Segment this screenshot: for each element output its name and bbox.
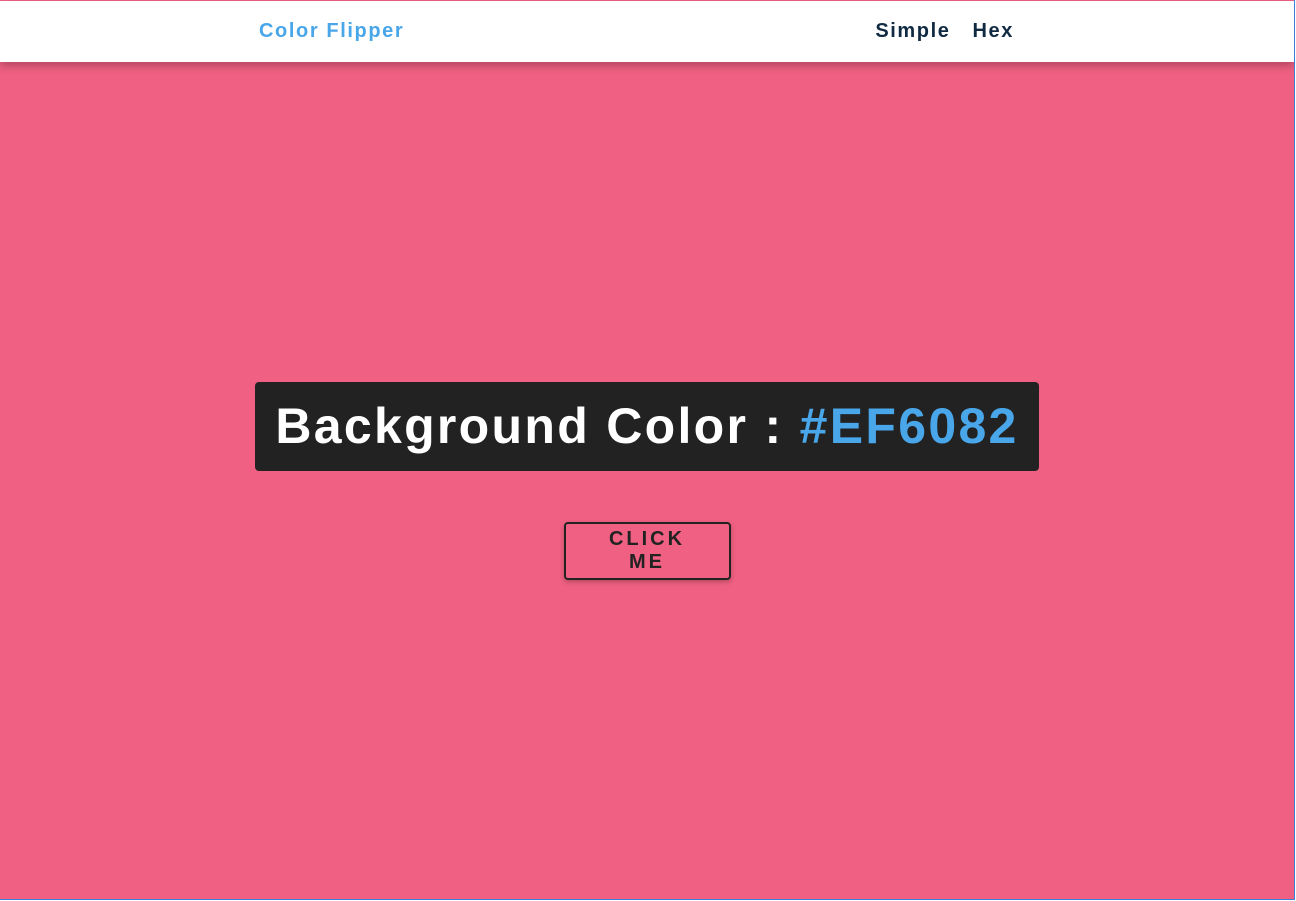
nav-center: Color Flipper Simple Hex [259, 1, 1014, 62]
page-background: Color Flipper Simple Hex Background Colo… [0, 0, 1294, 899]
click-me-button[interactable]: click me [563, 521, 731, 580]
color-value: #EF6082 [799, 397, 1019, 454]
brand-link[interactable]: Color Flipper [259, 20, 404, 43]
heading-label: Background Color : [275, 397, 800, 454]
background-color-heading: Background Color : #EF6082 [255, 381, 1039, 471]
nav-links: Simple Hex [875, 20, 1014, 43]
nav-link-simple[interactable]: Simple [875, 20, 950, 43]
navbar: Color Flipper Simple Hex [0, 1, 1294, 62]
nav-link-hex[interactable]: Hex [973, 20, 1015, 43]
main-container: Background Color : #EF6082 click me [0, 62, 1294, 899]
browser-viewport: Color Flipper Simple Hex Background Colo… [0, 0, 1295, 900]
